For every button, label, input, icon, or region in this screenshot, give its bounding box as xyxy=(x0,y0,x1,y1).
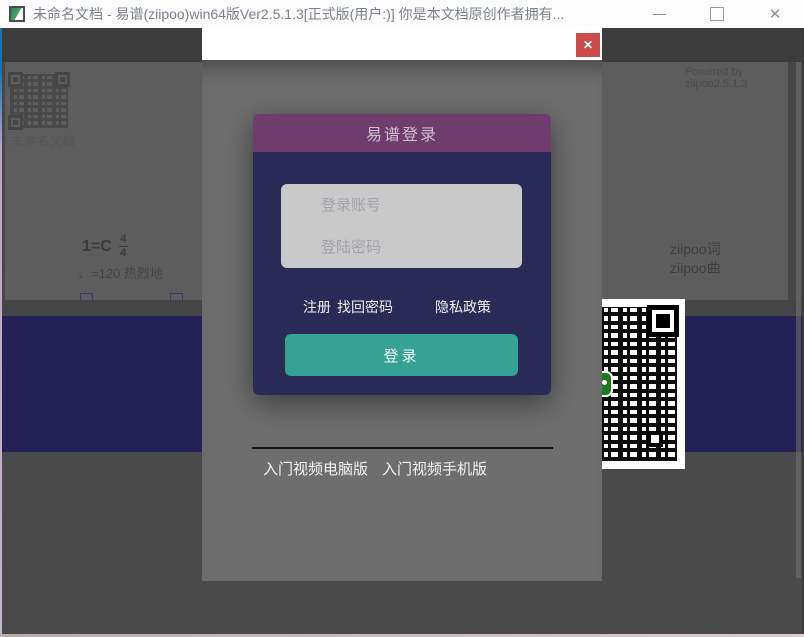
score-qr-code-small xyxy=(8,72,70,130)
window-controls: ✕ xyxy=(630,0,804,28)
tempo-marking: ♩=120 热烈地 xyxy=(78,263,163,282)
maximize-button[interactable] xyxy=(688,0,746,28)
modal-body: 易谱登录 注册 找回密码 隐私政策 xyxy=(202,60,602,581)
login-panel-body: 注册 找回密码 隐私政策 登录 xyxy=(253,152,551,395)
close-icon: ✕ xyxy=(769,7,782,22)
app-logo-icon xyxy=(9,6,25,22)
tutorial-video-links: 入门视频电脑版 入门视频手机版 xyxy=(263,458,487,479)
window-title: 未命名文档 - 易谱(ziipoo)win64版Ver2.5.1.3[正式版(用… xyxy=(33,4,564,24)
divider-line xyxy=(252,447,553,449)
login-modal: ✕ 易谱登录 注册 找回密码 隐私政策 xyxy=(202,28,602,581)
password-input[interactable] xyxy=(281,226,522,268)
quarter-note-icon: ♩ xyxy=(78,266,91,281)
qr-finder-icon xyxy=(8,115,23,130)
window-left-edge xyxy=(0,28,2,634)
links-right: 隐私政策 xyxy=(435,297,491,317)
login-panel-title: 易谱登录 xyxy=(253,114,551,152)
music-credit: ziipoo曲 xyxy=(670,259,721,278)
links-left: 注册 找回密码 xyxy=(303,297,393,317)
privacy-policy-link[interactable]: 隐私政策 xyxy=(435,299,491,315)
lyrics-credit: ziipoo词 xyxy=(670,240,721,259)
vertical-scrollbar[interactable] xyxy=(796,62,801,578)
minimize-icon xyxy=(653,14,666,15)
powered-by-text: Powered by ziipoo2.5.1.3 xyxy=(685,66,788,90)
title-bar: 未命名文档 - 易谱(ziipoo)win64版Ver2.5.1.3[正式版(用… xyxy=(0,0,804,28)
login-submit-button[interactable]: 登录 xyxy=(285,334,518,376)
qr-finder-icon xyxy=(647,305,679,337)
tutorial-video-mobile-link[interactable]: 入门视频手机版 xyxy=(382,458,487,479)
minimize-button[interactable] xyxy=(630,0,688,28)
recover-password-link[interactable]: 找回密码 xyxy=(337,297,393,317)
maximize-icon xyxy=(710,7,724,21)
qr-finder-icon xyxy=(55,72,70,87)
tutorial-video-pc-link[interactable]: 入门视频电脑版 xyxy=(263,458,368,479)
close-window-button[interactable]: ✕ xyxy=(746,0,804,28)
key-text: 1=C xyxy=(82,238,112,256)
qr-finder-icon xyxy=(8,72,23,87)
key-signature: 1=C 4 4 xyxy=(82,234,128,259)
account-input[interactable] xyxy=(281,184,522,226)
qr-alignment-icon xyxy=(647,431,663,447)
register-link[interactable]: 注册 xyxy=(303,297,331,317)
credits-block: ziipoo词 ziipoo曲 xyxy=(670,240,721,278)
login-links-row: 注册 找回密码 隐私政策 xyxy=(253,297,551,315)
time-signature: 4 4 xyxy=(119,234,128,259)
qr-caption: 未命名文档 xyxy=(11,132,76,149)
app-window: 未命名文档 - 易谱(ziipoo)win64版Ver2.5.1.3[正式版(用… xyxy=(0,0,804,637)
modal-close-button[interactable]: ✕ xyxy=(576,33,600,57)
login-panel: 易谱登录 注册 找回密码 隐私政策 xyxy=(253,114,551,395)
login-inputs-group xyxy=(281,184,522,268)
modal-top-bar: ✕ xyxy=(202,28,602,60)
